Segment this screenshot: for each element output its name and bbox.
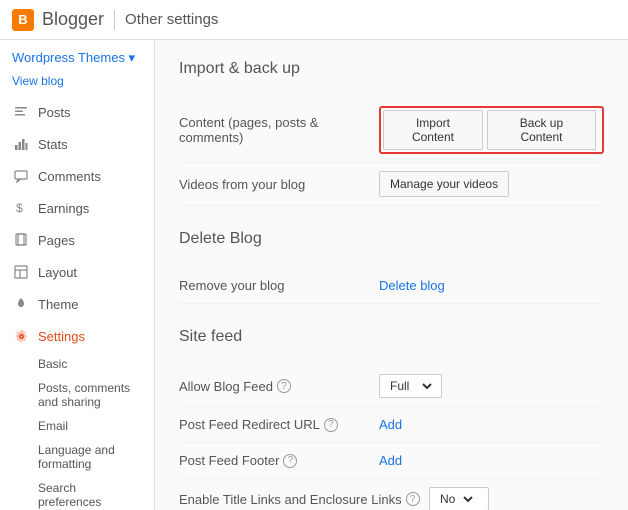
import-backup-content-row: Content (pages, posts & comments) Import…: [179, 98, 604, 163]
sidebar-label-posts: Posts: [38, 105, 71, 120]
title-links-help-icon[interactable]: ?: [406, 492, 420, 506]
brand-name: Blogger: [42, 9, 104, 30]
feed-footer-row: Post Feed Footer ? Add: [179, 443, 604, 479]
pages-icon: [12, 231, 30, 249]
sidebar-label-theme: Theme: [38, 297, 78, 312]
title-links-select-wrap[interactable]: No Yes: [429, 487, 489, 510]
title-links-row: Enable Title Links and Enclosure Links ?…: [179, 479, 604, 510]
allow-feed-help-icon[interactable]: ?: [277, 379, 291, 393]
layout-icon: [12, 263, 30, 281]
site-feed-section: Site feed Allow Blog Feed ? Full Short N…: [179, 328, 604, 510]
sidebar-label-layout: Layout: [38, 265, 77, 280]
import-content-button[interactable]: Import Content: [383, 110, 483, 150]
videos-control: Manage your videos: [379, 171, 604, 197]
comments-icon: [12, 167, 30, 185]
delete-blog-title: Delete Blog: [179, 230, 604, 254]
sidebar-label-settings: Settings: [38, 329, 85, 344]
title-links-label: Enable Title Links and Enclosure Links ?: [179, 492, 429, 507]
svg-text:$: $: [16, 201, 23, 215]
app-layout: Wordpress Themes ▾ View blog Posts Stats…: [0, 40, 628, 510]
sidebar-item-stats[interactable]: Stats: [0, 128, 154, 160]
allow-feed-control: Full Short None: [379, 374, 604, 398]
import-backup-title: Import & back up: [179, 60, 604, 84]
delete-blog-section: Delete Blog Remove your blog Delete blog: [179, 230, 604, 304]
sidebar-label-stats: Stats: [38, 137, 68, 152]
sidebar-label-earnings: Earnings: [38, 201, 89, 216]
app-header: B Blogger Other settings: [0, 0, 628, 40]
site-feed-title: Site feed: [179, 328, 604, 352]
remove-blog-label: Remove your blog: [179, 278, 379, 293]
sidebar-item-comments[interactable]: Comments: [0, 160, 154, 192]
feed-footer-control: Add: [379, 453, 604, 468]
sidebar-sub-language[interactable]: Language and formatting: [0, 438, 154, 476]
feed-redirect-help-icon[interactable]: ?: [324, 418, 338, 432]
blog-name-dropdown[interactable]: Wordpress Themes ▾: [0, 46, 154, 72]
posts-icon: [12, 103, 30, 121]
main-content: Import & back up Content (pages, posts &…: [155, 40, 628, 510]
backup-content-button[interactable]: Back up Content: [487, 110, 596, 150]
feed-footer-help-icon[interactable]: ?: [283, 454, 297, 468]
delete-blog-control: Delete blog: [379, 278, 604, 293]
theme-icon: [12, 295, 30, 313]
remove-blog-row: Remove your blog Delete blog: [179, 268, 604, 304]
sidebar-sub-search[interactable]: Search preferences: [0, 476, 154, 510]
sidebar-label-pages: Pages: [38, 233, 75, 248]
delete-blog-link[interactable]: Delete blog: [379, 278, 445, 293]
manage-videos-button[interactable]: Manage your videos: [379, 171, 509, 197]
earnings-icon: $: [12, 199, 30, 217]
content-label: Content (pages, posts & comments): [179, 115, 379, 145]
sidebar-item-pages[interactable]: Pages: [0, 224, 154, 256]
import-backup-section: Import & back up Content (pages, posts &…: [179, 60, 604, 206]
page-title: Other settings: [125, 11, 218, 28]
videos-label: Videos from your blog: [179, 177, 379, 192]
title-links-control: No Yes: [429, 487, 604, 510]
allow-feed-row: Allow Blog Feed ? Full Short None: [179, 366, 604, 407]
feed-redirect-label: Post Feed Redirect URL ?: [179, 417, 379, 432]
sidebar: Wordpress Themes ▾ View blog Posts Stats…: [0, 40, 155, 510]
videos-row: Videos from your blog Manage your videos: [179, 163, 604, 206]
feed-footer-link[interactable]: Add: [379, 453, 402, 468]
allow-feed-label: Allow Blog Feed ?: [179, 379, 379, 394]
header-divider: [114, 10, 115, 30]
sidebar-sub-email[interactable]: Email: [0, 414, 154, 438]
sidebar-item-layout[interactable]: Layout: [0, 256, 154, 288]
sidebar-item-settings[interactable]: Settings: [0, 320, 154, 352]
import-backup-controls: Import Content Back up Content: [379, 106, 604, 154]
stats-icon: [12, 135, 30, 153]
sidebar-sub-basic[interactable]: Basic: [0, 352, 154, 376]
blogger-logo-icon: B: [12, 9, 34, 31]
title-links-select[interactable]: No Yes: [436, 491, 476, 507]
sidebar-label-comments: Comments: [38, 169, 101, 184]
sidebar-item-theme[interactable]: Theme: [0, 288, 154, 320]
sidebar-item-earnings[interactable]: $ Earnings: [0, 192, 154, 224]
allow-feed-select[interactable]: Full Short None: [386, 378, 435, 394]
allow-feed-select-wrap[interactable]: Full Short None: [379, 374, 442, 398]
sidebar-sub-posts-comments[interactable]: Posts, comments and sharing: [0, 376, 154, 414]
feed-redirect-control: Add: [379, 417, 604, 432]
feed-redirect-link[interactable]: Add: [379, 417, 402, 432]
feed-redirect-row: Post Feed Redirect URL ? Add: [179, 407, 604, 443]
sidebar-item-posts[interactable]: Posts: [0, 96, 154, 128]
feed-footer-label: Post Feed Footer ?: [179, 453, 379, 468]
import-backup-button-group: Import Content Back up Content: [379, 106, 604, 154]
settings-icon: [12, 327, 30, 345]
view-blog-link[interactable]: View blog: [0, 72, 154, 96]
